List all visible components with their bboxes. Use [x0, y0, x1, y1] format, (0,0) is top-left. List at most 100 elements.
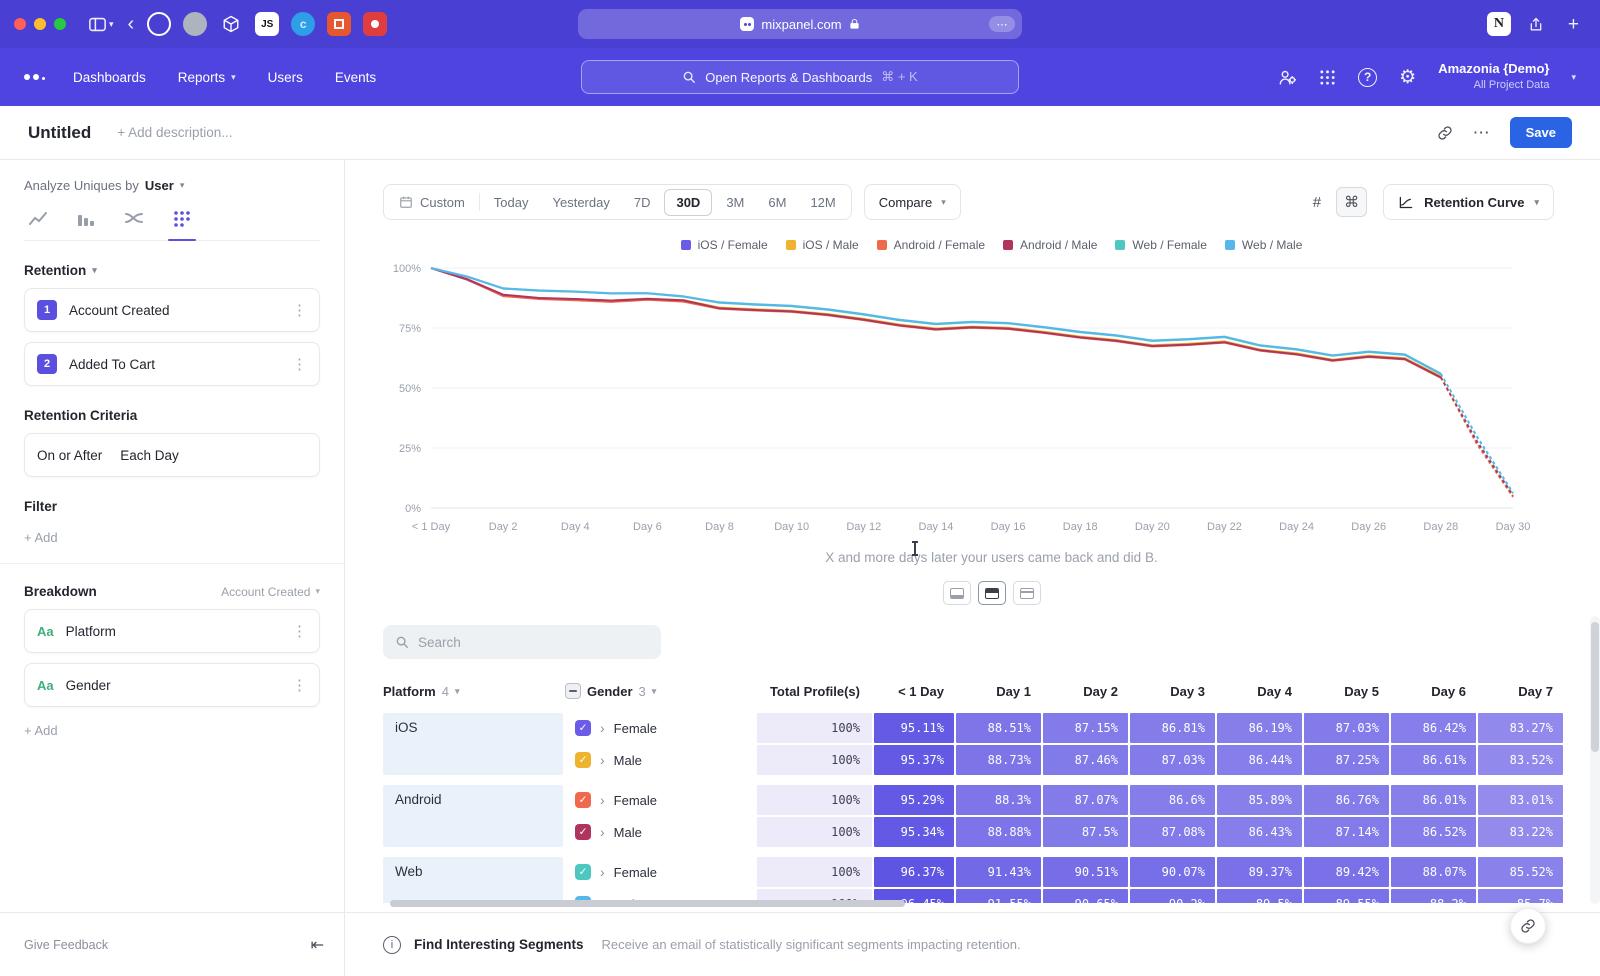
breakdown-gender[interactable]: Aa Gender ⋮ [24, 663, 320, 707]
apps-grid-icon[interactable] [1319, 69, 1336, 86]
avatar-extension-icon[interactable] [183, 12, 207, 36]
expand-chevron-icon[interactable]: › [600, 792, 605, 808]
tab-retention-icon[interactable] [172, 209, 192, 229]
horizontal-scrollbar[interactable] [390, 900, 905, 907]
project-switcher[interactable]: Amazonia {Demo} All Project Data [1438, 61, 1549, 92]
day-column-header[interactable]: Day 5 [1304, 684, 1389, 699]
row-checkbox[interactable]: ✓ [575, 824, 591, 840]
tab-flows-icon[interactable] [124, 209, 144, 229]
add-filter-button[interactable]: + Add [24, 530, 320, 545]
mixpanel-logo[interactable] [24, 74, 45, 80]
add-breakdown-button[interactable]: + Add [24, 723, 320, 738]
row-checkbox[interactable]: ✓ [575, 752, 591, 768]
legend-item[interactable]: Android / Female [877, 238, 985, 252]
vertical-scrollbar[interactable] [1591, 622, 1599, 752]
row-checkbox[interactable]: ✓ [575, 792, 591, 808]
chart-only-toggle[interactable] [943, 581, 971, 605]
chevron-down-icon[interactable]: ▾ [109, 20, 114, 29]
close-window-button[interactable] [14, 18, 26, 30]
tab-funnels-icon[interactable] [76, 209, 96, 229]
red-extension-icon[interactable] [363, 12, 387, 36]
day-column-header[interactable]: Day 6 [1391, 684, 1476, 699]
orange-extension-icon[interactable] [327, 12, 351, 36]
date-range-3m[interactable]: 3M [714, 189, 756, 216]
find-segments-link[interactable]: Find Interesting Segments [414, 937, 584, 952]
retention-criteria-control[interactable]: On or After Each Day [24, 433, 320, 477]
address-bar[interactable]: mixpanel.com ⋯ [578, 9, 1022, 39]
help-icon[interactable]: ? [1358, 68, 1377, 87]
date-range-yesterday[interactable]: Yesterday [541, 189, 622, 216]
compare-button[interactable]: Compare ▾ [864, 184, 961, 220]
retention-section-title[interactable]: Retention ▾ [24, 263, 320, 278]
legend-item[interactable]: iOS / Male [786, 238, 859, 252]
back-icon[interactable]: ‹ [128, 14, 135, 34]
table-search-input[interactable]: Search [383, 625, 661, 659]
minimize-window-button[interactable] [34, 18, 46, 30]
platform-header[interactable]: Platform 4 ▾ [383, 684, 563, 699]
day-column-header[interactable]: Day 3 [1130, 684, 1215, 699]
save-button[interactable]: Save [1510, 117, 1572, 148]
analyze-uniques-row[interactable]: Analyze Uniques by User ▾ [24, 178, 320, 193]
breakdown-scope-select[interactable]: Account Created ▾ [221, 585, 320, 599]
expand-chevron-icon[interactable]: › [600, 752, 605, 768]
add-description[interactable]: + Add description... [117, 125, 232, 140]
more-options-icon[interactable]: ⋯ [1473, 123, 1490, 143]
row-checkbox[interactable]: ✓ [575, 864, 591, 880]
select-all-checkbox[interactable] [565, 683, 581, 699]
gear-icon[interactable]: ⚙ [1399, 68, 1416, 87]
criteria-interval[interactable]: Each Day [120, 448, 179, 463]
platform-cell[interactable]: iOS [383, 713, 563, 775]
legend-item[interactable]: Android / Male [1003, 238, 1097, 252]
day-column-header[interactable]: Day 4 [1217, 684, 1302, 699]
row-checkbox[interactable]: ✓ [575, 720, 591, 736]
maximize-window-button[interactable] [54, 18, 66, 30]
date-range-today[interactable]: Today [482, 189, 541, 216]
date-range-6m[interactable]: 6M [756, 189, 798, 216]
breakdown-platform[interactable]: Aa Platform ⋮ [24, 609, 320, 653]
share-link-fab[interactable] [1510, 908, 1546, 944]
criteria-mode[interactable]: On or After [37, 448, 102, 463]
nav-users[interactable]: Users [268, 70, 303, 85]
timer-extension-icon[interactable] [147, 12, 171, 36]
date-range-custom[interactable]: Custom [387, 189, 477, 216]
gender-header[interactable]: Gender 3 ▾ [565, 683, 755, 699]
browser-sidebar-icon[interactable] [89, 17, 106, 32]
data-management-icon[interactable] [1278, 68, 1297, 87]
date-range-12m[interactable]: 12M [798, 189, 847, 216]
annotations-button[interactable]: # [1306, 189, 1328, 216]
event-step-2[interactable]: 2 Added To Cart ⋮ [24, 342, 320, 386]
expand-chevron-icon[interactable]: › [600, 720, 605, 736]
legend-item[interactable]: iOS / Female [681, 238, 768, 252]
js-extension-icon[interactable]: JS [255, 12, 279, 36]
nav-dashboards[interactable]: Dashboards [73, 70, 146, 85]
split-view-toggle[interactable] [978, 581, 1006, 605]
legend-item[interactable]: Web / Male [1225, 238, 1302, 252]
date-range-7d[interactable]: 7D [622, 189, 663, 216]
cube-extension-icon[interactable] [219, 12, 243, 36]
kebab-menu-icon[interactable]: ⋮ [292, 355, 307, 373]
chromatic-extension-icon[interactable]: c [291, 12, 315, 36]
global-search[interactable]: Open Reports & Dashboards ⌘ + K [581, 60, 1019, 94]
date-range-30d[interactable]: 30D [664, 189, 712, 216]
event-step-1[interactable]: 1 Account Created ⋮ [24, 288, 320, 332]
page-actions-icon[interactable]: ⋯ [989, 16, 1015, 32]
kebab-menu-icon[interactable]: ⋮ [292, 676, 307, 694]
tab-insights-icon[interactable] [28, 209, 48, 229]
share-icon[interactable] [1528, 16, 1544, 33]
collapse-sidebar-icon[interactable]: ⇤ [311, 935, 324, 955]
nav-reports[interactable]: Reports▾ [178, 70, 236, 85]
kebab-menu-icon[interactable]: ⋮ [292, 622, 307, 640]
nav-events[interactable]: Events [335, 70, 376, 85]
platform-cell[interactable]: Android [383, 785, 563, 847]
platform-cell[interactable]: Web [383, 857, 563, 903]
day-column-header[interactable]: Day 1 [956, 684, 1041, 699]
analyze-value[interactable]: User [145, 178, 174, 193]
notion-extension-icon[interactable]: N [1487, 12, 1511, 36]
report-title[interactable]: Untitled [28, 123, 91, 143]
day-column-header[interactable]: < 1 Day [874, 684, 954, 699]
expand-chevron-icon[interactable]: › [600, 824, 605, 840]
day-column-header[interactable]: Day 2 [1043, 684, 1128, 699]
legend-item[interactable]: Web / Female [1115, 238, 1206, 252]
new-tab-icon[interactable]: + [1568, 15, 1579, 34]
chart-type-select[interactable]: Retention Curve ▾ [1383, 184, 1554, 220]
